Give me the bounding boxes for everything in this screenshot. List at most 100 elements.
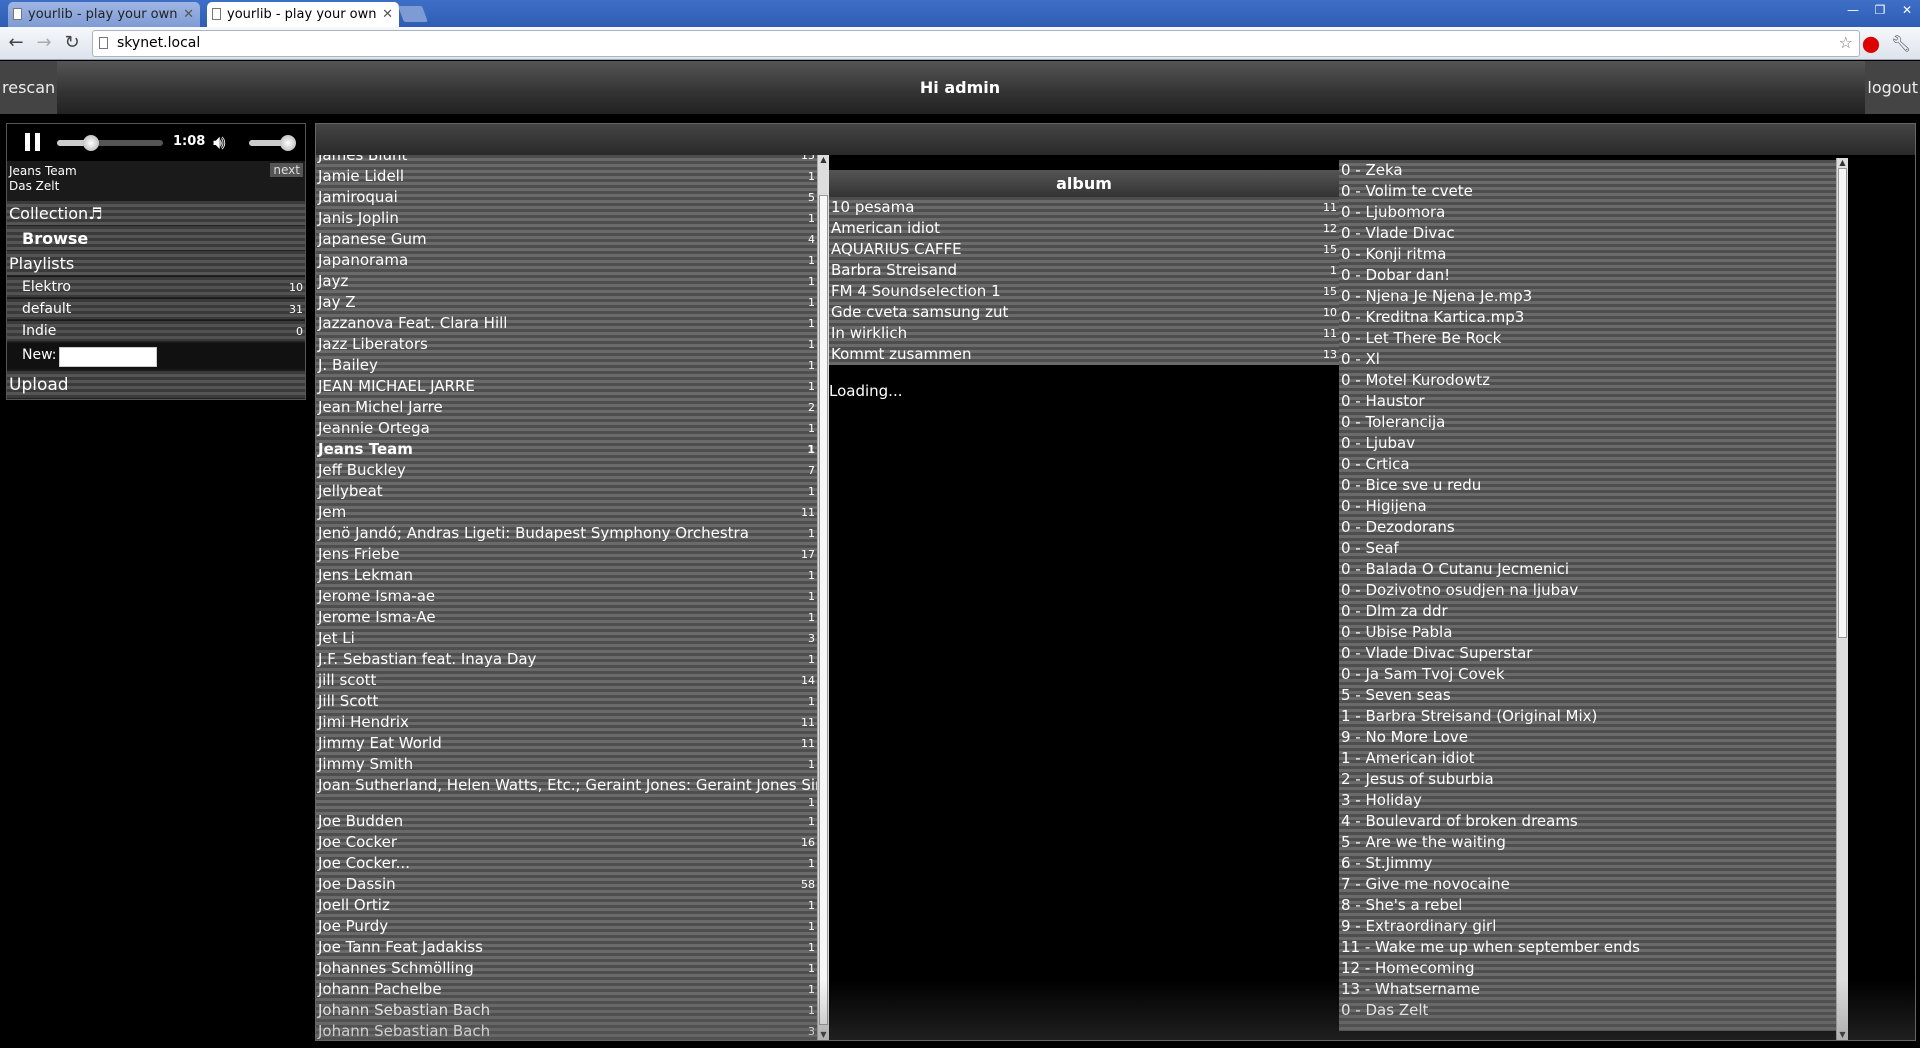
star-icon[interactable]: ☆: [1839, 33, 1853, 52]
track-row[interactable]: 4 - Boulevard of broken dreams: [1339, 811, 1836, 832]
artist-row[interactable]: Joan Sutherland, Helen Watts, Etc.; Gera…: [316, 775, 817, 811]
artist-row[interactable]: JEAN MICHAEL JARRE 1: [316, 376, 817, 397]
track-scrollbar[interactable]: ▲ ▼: [1836, 158, 1848, 1040]
artist-row[interactable]: Jeans Team 1: [316, 439, 817, 460]
artist-row[interactable]: Japanorama 1: [316, 250, 817, 271]
artist-row[interactable]: Joell Ortiz 1: [316, 895, 817, 916]
track-row[interactable]: 0 - Haustor: [1339, 391, 1836, 412]
artist-row[interactable]: Janis Joplin 1: [316, 208, 817, 229]
artist-row[interactable]: Jens Lekman 1: [316, 565, 817, 586]
collection-header[interactable]: Collection♬: [7, 201, 305, 226]
artist-row[interactable]: Jenö Jandó; Andras Ligeti: Budapest Symp…: [316, 523, 817, 544]
album-row[interactable]: 10 pesama 11: [829, 197, 1339, 218]
artist-row[interactable]: Joe Tann Feat Jadakiss 1: [316, 937, 817, 958]
upload-link[interactable]: Upload: [7, 371, 305, 399]
track-row[interactable]: 0 - Dlm za ddr: [1339, 601, 1836, 622]
artist-row[interactable]: Jem 11: [316, 502, 817, 523]
track-row[interactable]: 2 - Jesus of suburbia: [1339, 769, 1836, 790]
artist-row[interactable]: Jill Scott 1: [316, 691, 817, 712]
scroll-down-icon[interactable]: ▼: [1837, 1030, 1848, 1040]
track-row[interactable]: 0 - Dobar dan!: [1339, 265, 1836, 286]
track-row[interactable]: 0 - Ljubav: [1339, 433, 1836, 454]
track-row[interactable]: 0 - Dezodorans: [1339, 517, 1836, 538]
album-row[interactable]: AQUARIUS CAFFE 15: [829, 239, 1339, 260]
track-row[interactable]: 0 - Ljubomora: [1339, 202, 1836, 223]
track-row[interactable]: 0 - Motel Kurodowtz: [1339, 370, 1836, 391]
browser-tab-2[interactable]: yourlib - play your own ✕: [207, 2, 399, 27]
playlist-item[interactable]: default 31: [7, 299, 305, 320]
artist-row[interactable]: Jean Michel Jarre 2: [316, 397, 817, 418]
artist-row[interactable]: Jeff Buckley 7: [316, 460, 817, 481]
artist-row[interactable]: Jamiroquai 5: [316, 187, 817, 208]
scroll-thumb[interactable]: [1838, 168, 1847, 638]
close-icon[interactable]: ✕: [183, 2, 194, 27]
track-row[interactable]: 5 - Seven seas: [1339, 685, 1836, 706]
album-row[interactable]: Kommt zusammen 13: [829, 344, 1339, 365]
reload-icon[interactable]: ↻: [60, 31, 84, 55]
track-row[interactable]: 0 - Higijena: [1339, 496, 1836, 517]
track-row[interactable]: 0 - Vlade Divac Superstar: [1339, 643, 1836, 664]
artist-row[interactable]: James Blunt 15: [316, 155, 817, 166]
artist-row[interactable]: Jellybeat 1: [316, 481, 817, 502]
track-row[interactable]: 0 - Njena Je Njena Je.mp3: [1339, 286, 1836, 307]
close-window-icon[interactable]: ✕: [1896, 2, 1918, 18]
artist-row[interactable]: Jet Li 3: [316, 628, 817, 649]
track-row[interactable]: 0 - Crtica: [1339, 454, 1836, 475]
seek-slider[interactable]: [57, 135, 163, 151]
track-row[interactable]: 0 - Xl: [1339, 349, 1836, 370]
track-row[interactable]: 0 - Kreditna Kartica.mp3: [1339, 307, 1836, 328]
volume-icon[interactable]: 🔊︎: [213, 130, 226, 154]
artist-row[interactable]: Joe Dassin 58: [316, 874, 817, 895]
track-row[interactable]: 9 - No More Love: [1339, 727, 1836, 748]
album-row[interactable]: American idiot 12: [829, 218, 1339, 239]
artist-row[interactable]: Jimmy Smith 1: [316, 754, 817, 775]
artist-row[interactable]: Jerome Isma-Ae 1: [316, 607, 817, 628]
playlist-item[interactable]: Elektro 10: [7, 277, 305, 298]
track-row[interactable]: 0 - Konji ritma: [1339, 244, 1836, 265]
artist-row[interactable]: Johann Sebastian Bach 1: [316, 1000, 817, 1021]
volume-handle[interactable]: [280, 135, 296, 151]
next-button[interactable]: next: [270, 163, 303, 177]
adblock-icon[interactable]: ⬤: [1860, 33, 1882, 55]
track-row[interactable]: 8 - She's a rebel: [1339, 895, 1836, 916]
playlist-item[interactable]: Indie 0: [7, 321, 305, 342]
artist-row[interactable]: Jayz 1: [316, 271, 817, 292]
back-arrow-icon[interactable]: ←: [4, 31, 28, 55]
artist-row[interactable]: Japanese Gum 4: [316, 229, 817, 250]
browser-tab-1[interactable]: yourlib - play your own ✕: [8, 2, 200, 27]
artist-row[interactable]: Jeannie Ortega 1: [316, 418, 817, 439]
track-row[interactable]: 3 - Holiday: [1339, 790, 1836, 811]
track-row[interactable]: 6 - St.Jimmy: [1339, 853, 1836, 874]
track-row[interactable]: 13 - Whatsername: [1339, 979, 1836, 1000]
playlists-header[interactable]: Playlists: [7, 251, 305, 276]
track-row[interactable]: 7 - Give me novocaine: [1339, 874, 1836, 895]
track-row[interactable]: 0 - Volim te cvete: [1339, 181, 1836, 202]
minimize-icon[interactable]: —: [1842, 2, 1864, 18]
scroll-down-icon[interactable]: ▼: [818, 1030, 829, 1040]
artist-row[interactable]: J.F. Sebastian feat. Inaya Day 1: [316, 649, 817, 670]
logout-button[interactable]: logout: [1865, 61, 1920, 114]
artist-row[interactable]: Jazz Liberators 1: [316, 334, 817, 355]
scroll-thumb[interactable]: [819, 195, 828, 1025]
track-row[interactable]: 0 - Seaf: [1339, 538, 1836, 559]
track-row[interactable]: 9 - Extraordinary girl: [1339, 916, 1836, 937]
artist-row[interactable]: Johann Pachelbe 1: [316, 979, 817, 1000]
scroll-up-icon[interactable]: ▲: [1837, 158, 1848, 168]
scroll-up-icon[interactable]: ▲: [818, 155, 829, 165]
artist-row[interactable]: Joe Cocker 16: [316, 832, 817, 853]
artist-row[interactable]: Jimi Hendrix 11: [316, 712, 817, 733]
artist-row[interactable]: Johannes Schmölling 1: [316, 958, 817, 979]
pause-icon[interactable]: [25, 133, 41, 151]
album-row[interactable]: Barbra Streisand 1: [829, 260, 1339, 281]
track-row[interactable]: 0 - Zeka: [1339, 160, 1836, 181]
artist-row[interactable]: Joe Purdy 1: [316, 916, 817, 937]
track-row[interactable]: 1 - Barbra Streisand (Original Mix): [1339, 706, 1836, 727]
volume-slider[interactable]: [249, 135, 296, 151]
track-row[interactable]: 1 - American idiot: [1339, 748, 1836, 769]
close-icon[interactable]: ✕: [382, 2, 393, 27]
track-row[interactable]: 12 - Homecoming: [1339, 958, 1836, 979]
track-row[interactable]: 0 - Ubise Pabla: [1339, 622, 1836, 643]
album-row[interactable]: FM 4 Soundselection 1 15: [829, 281, 1339, 302]
artist-row[interactable]: Jerome Isma-ae 1: [316, 586, 817, 607]
track-row[interactable]: 5 - Are we the waiting: [1339, 832, 1836, 853]
